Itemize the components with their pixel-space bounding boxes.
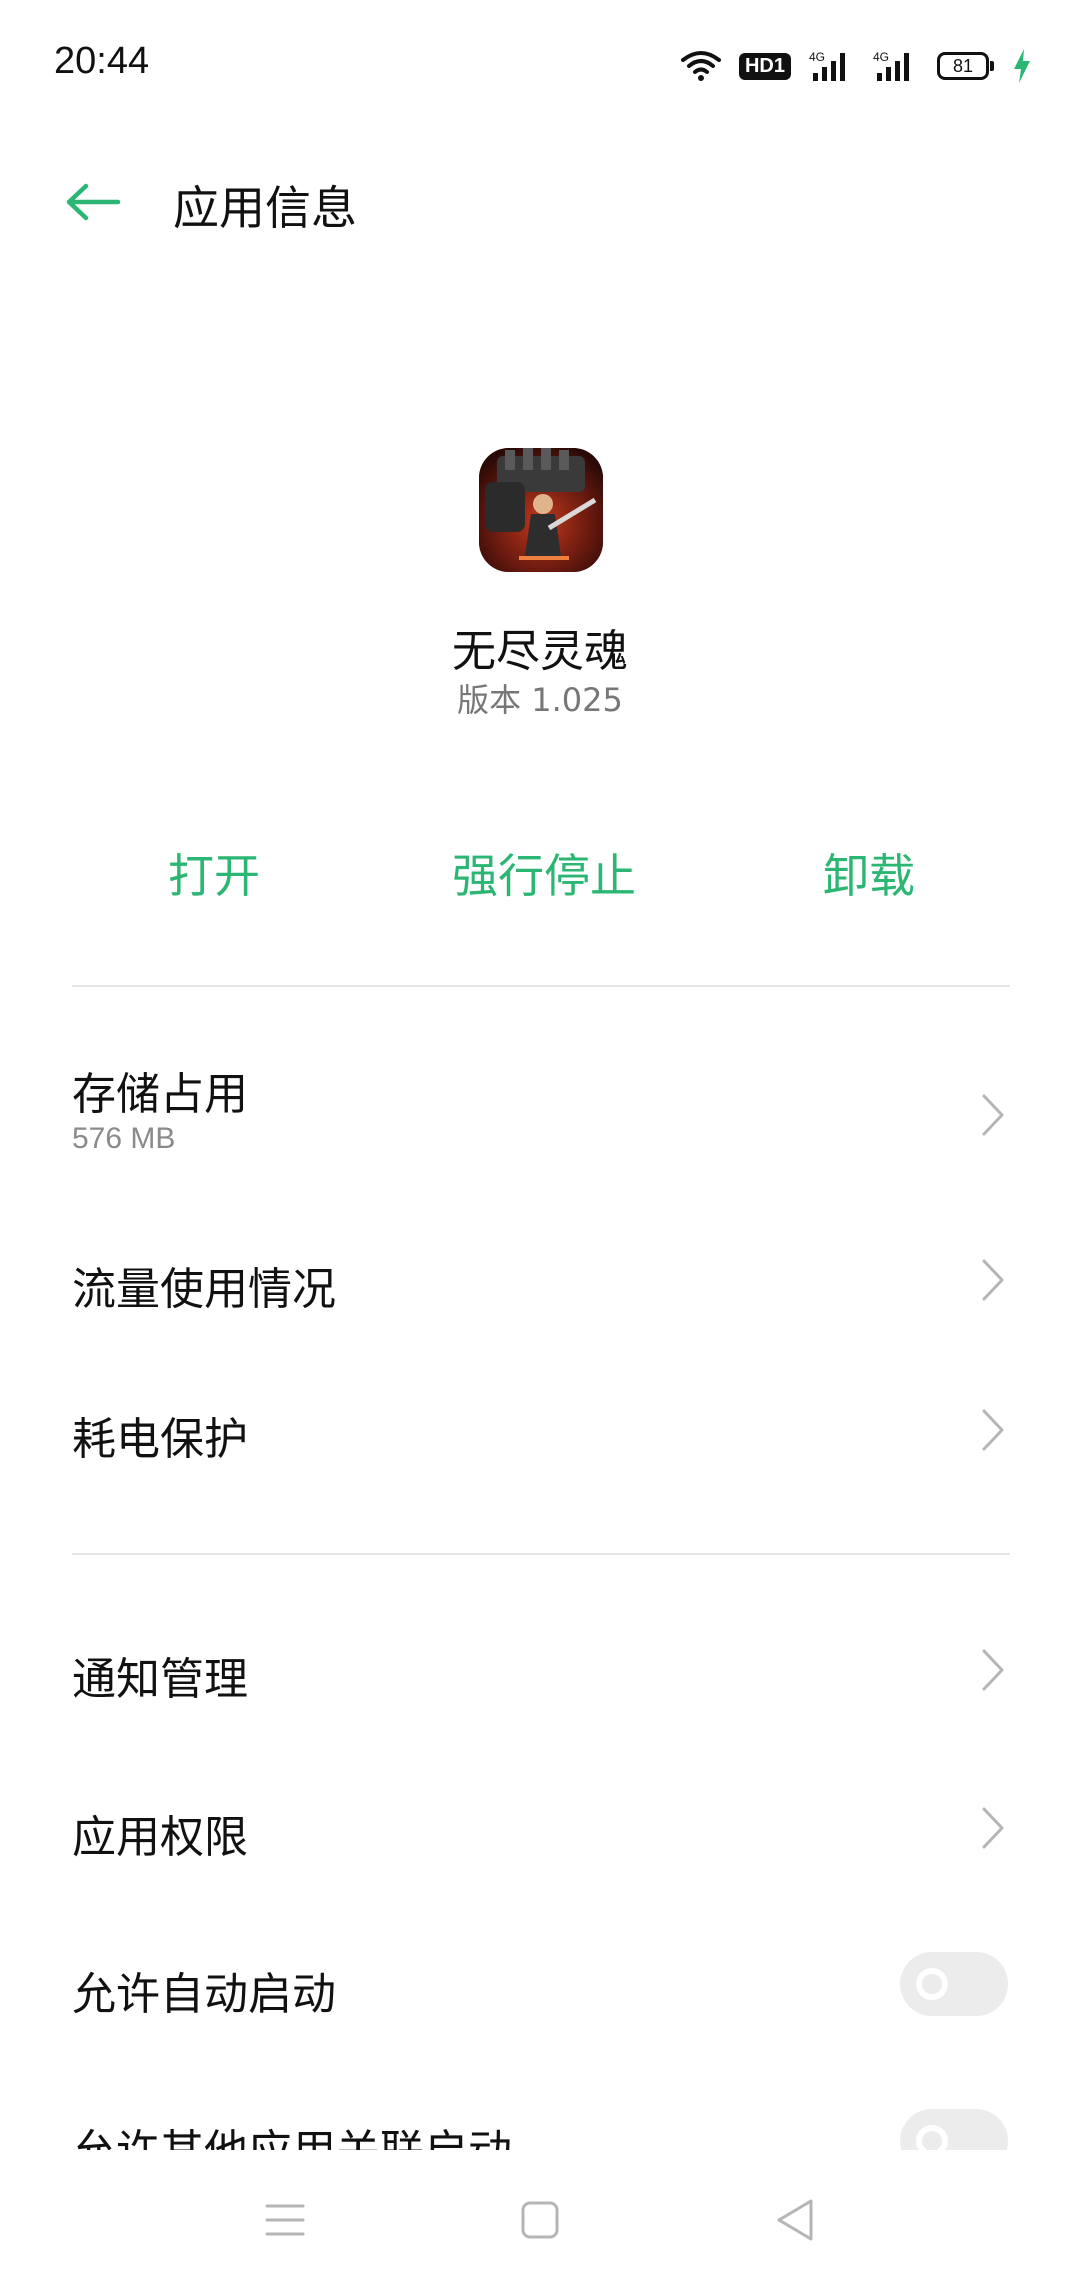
app-icon xyxy=(479,448,603,572)
svg-text:4G: 4G xyxy=(809,50,825,64)
hd-voice-badge: HD1 xyxy=(738,52,791,80)
toggle-knob xyxy=(916,2125,948,2150)
storage-label: 存储占用 xyxy=(72,1069,248,1120)
permissions-row[interactable]: 应用权限 xyxy=(0,1773,1080,1883)
open-button[interactable]: 打开 xyxy=(168,840,260,906)
auto-start-toggle[interactable] xyxy=(900,1952,1008,2016)
associated-start-label: 允许其他应用关联启动 xyxy=(72,2115,512,2150)
page-title: 应用信息 xyxy=(173,181,357,235)
auto-start-row: 允许自动启动 xyxy=(0,1930,1080,2040)
back-nav-button[interactable] xyxy=(765,2190,825,2250)
section-divider xyxy=(72,1553,1010,1555)
chevron-right-icon xyxy=(982,1649,1004,1691)
battery-level: 81 xyxy=(937,52,989,80)
storage-size: 576 MB xyxy=(72,1122,176,1155)
status-bar: 20:44 HD1 4G 4G 81 xyxy=(0,0,1080,130)
action-bar: 打开 强行停止 卸载 xyxy=(0,840,1080,910)
back-button[interactable] xyxy=(60,170,124,234)
section-divider xyxy=(72,985,1010,987)
menu-icon xyxy=(265,2204,305,2236)
home-square-icon xyxy=(521,2201,559,2239)
force-stop-button[interactable]: 强行停止 xyxy=(452,840,636,906)
chevron-right-icon xyxy=(982,1094,1004,1136)
notification-row[interactable]: 通知管理 xyxy=(0,1615,1080,1725)
menu-button[interactable] xyxy=(255,2190,315,2250)
home-button[interactable] xyxy=(510,2190,570,2250)
auto-start-label: 允许自动启动 xyxy=(72,1969,336,2020)
arrow-left-icon xyxy=(66,183,120,221)
wifi-icon xyxy=(680,50,721,82)
data-usage-label: 流量使用情况 xyxy=(72,1264,336,1315)
uninstall-button[interactable]: 卸载 xyxy=(823,840,915,906)
toggle-knob xyxy=(916,1968,948,2000)
battery-protection-row[interactable]: 耗电保护 xyxy=(0,1375,1080,1485)
signal-4g-icon: 4G xyxy=(809,49,855,83)
permissions-label: 应用权限 xyxy=(72,1812,248,1863)
app-name: 无尽灵魂 xyxy=(452,626,628,677)
associated-start-toggle[interactable] xyxy=(900,2109,1008,2150)
svg-text:4G: 4G xyxy=(873,50,889,64)
app-bar: 应用信息 xyxy=(0,150,1080,250)
chevron-right-icon xyxy=(982,1807,1004,1849)
storage-row[interactable]: 存储占用 576 MB xyxy=(0,1040,1080,1190)
status-time: 20:44 xyxy=(54,40,150,82)
notification-label: 通知管理 xyxy=(72,1654,248,1705)
battery-protection-label: 耗电保护 xyxy=(72,1414,248,1465)
app-version: 版本 1.025 xyxy=(457,681,623,719)
signal-4g-icon-2: 4G xyxy=(873,49,919,83)
back-triangle-icon xyxy=(777,2199,813,2241)
system-nav-bar xyxy=(0,2150,1080,2280)
chevron-right-icon xyxy=(982,1409,1004,1451)
battery-icon: 81 xyxy=(937,52,994,80)
charging-bolt-icon xyxy=(1012,49,1032,83)
associated-start-row: 允许其他应用关联启动 xyxy=(0,2087,1080,2150)
chevron-right-icon xyxy=(982,1259,1004,1301)
data-usage-row[interactable]: 流量使用情况 xyxy=(0,1225,1080,1335)
status-icons: HD1 4G 4G 81 xyxy=(680,44,1032,88)
